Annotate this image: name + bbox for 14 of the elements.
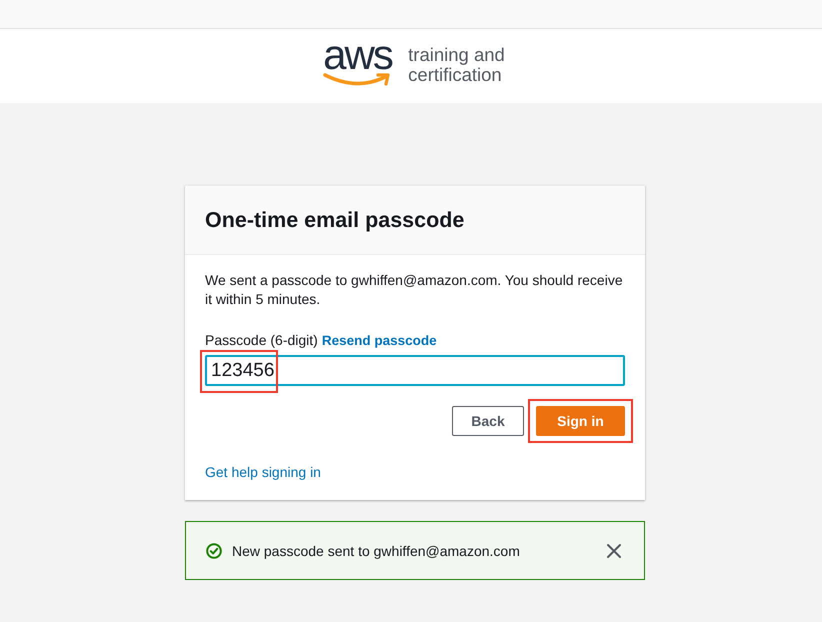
passcode-field[interactable]: 123456 (205, 355, 625, 386)
close-icon[interactable] (606, 542, 622, 558)
card-title: One-time email passcode (205, 208, 464, 232)
logo-tagline: certification (408, 64, 503, 84)
help-link[interactable]: Get help signing in (205, 464, 321, 480)
sign-in-button[interactable]: Sign in (536, 406, 625, 436)
resend-link[interactable]: Resend passcode (322, 332, 437, 350)
check-circle-icon (206, 542, 222, 558)
back-button[interactable]: Back (452, 406, 524, 436)
logo-wordmark: aws (323, 34, 392, 74)
logo-tagline: training and (408, 44, 505, 64)
info-message: We sent a passcode to gwhiffen@amazon.com. You should receive it within 5 minutes. (205, 271, 624, 309)
field-label: Passcode (6-digit) (205, 331, 318, 349)
alert-message: New passcode sent to gwhiffen@amazon.com (232, 542, 521, 558)
